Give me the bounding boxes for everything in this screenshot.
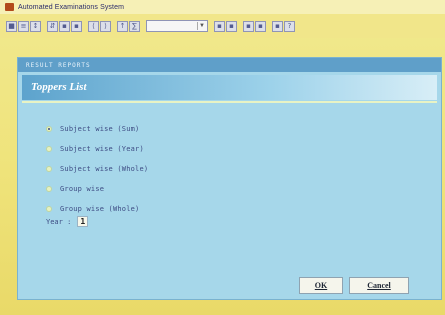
cancel-button[interactable]: Cancel <box>349 277 409 294</box>
toolbar-button-7[interactable]: ⟨ <box>88 20 99 32</box>
option-label: Subject wise (Sum) <box>60 125 140 133</box>
toolbar-button-13[interactable]: ▪ <box>243 20 254 32</box>
radio-button[interactable] <box>46 126 52 132</box>
panel-header-label: RESULT REPORTS <box>26 61 91 69</box>
option-label: Subject wise (Year) <box>60 145 144 153</box>
chevron-down-icon[interactable]: ▼ <box>197 22 206 30</box>
result-reports-panel: RESULT REPORTS Toppers List Subject wise… <box>17 57 442 300</box>
title-divider <box>22 101 437 103</box>
toolbar-button-8[interactable]: ⟩ <box>100 20 111 32</box>
toolbar-button-11[interactable]: ▪ <box>214 20 225 32</box>
app-window: Automated Examinations System ■ ≡ ↕ ⇵ ▪ … <box>0 0 445 315</box>
help-button[interactable]: ? <box>284 20 295 32</box>
year-input[interactable]: 1 <box>77 216 89 227</box>
radio-button[interactable] <box>46 206 52 212</box>
year-label: Year : <box>46 217 72 226</box>
toolbar-button-1[interactable]: ■ <box>6 20 17 32</box>
report-options: Subject wise (Sum) Subject wise (Year) S… <box>46 119 148 219</box>
option-subject-wise-whole[interactable]: Subject wise (Whole) <box>46 159 148 179</box>
toolbar-combo[interactable]: ▼ <box>146 20 208 32</box>
toolbar-button-10[interactable]: ∑ <box>129 20 140 32</box>
toolbar-button-2[interactable]: ≡ <box>18 20 29 32</box>
toolbar-button-14[interactable]: ▪ <box>255 20 266 32</box>
toolbar-button-15[interactable]: ▪ <box>272 20 283 32</box>
option-label: Group wise (Whole) <box>60 205 140 213</box>
title-bar: Automated Examinations System <box>0 0 445 14</box>
cancel-label: Cancel <box>367 281 391 290</box>
option-label: Subject wise (Whole) <box>60 165 149 173</box>
year-row: Year : 1 <box>46 216 89 227</box>
toolbar-button-6[interactable]: ▪ <box>71 20 82 32</box>
option-group-wise[interactable]: Group wise <box>46 179 148 199</box>
toolbar: ■ ≡ ↕ ⇵ ▪ ▪ ⟨ ⟩ ↑ ∑ ▼ ▪ ▪ ▪ ▪ ▪ ? <box>0 14 445 38</box>
app-logo-icon <box>5 3 14 11</box>
toolbar-button-3[interactable]: ↕ <box>30 20 41 32</box>
toolbar-button-4[interactable]: ⇵ <box>47 20 58 32</box>
window-title: Automated Examinations System <box>18 3 125 11</box>
panel-header: RESULT REPORTS <box>18 58 441 72</box>
title-band: Toppers List <box>22 75 437 100</box>
radio-button[interactable] <box>46 186 52 192</box>
option-subject-wise-year[interactable]: Subject wise (Year) <box>46 139 148 159</box>
option-subject-wise-sum[interactable]: Subject wise (Sum) <box>46 119 148 139</box>
option-label: Group wise <box>60 185 105 193</box>
page-title: Toppers List <box>31 81 87 93</box>
toolbar-button-12[interactable]: ▪ <box>226 20 237 32</box>
radio-button[interactable] <box>46 166 52 172</box>
toolbar-button-5[interactable]: ▪ <box>59 20 70 32</box>
ok-label: OK <box>314 281 328 290</box>
ok-button[interactable]: OK <box>299 277 343 294</box>
radio-button[interactable] <box>46 146 52 152</box>
toolbar-button-9[interactable]: ↑ <box>117 20 128 32</box>
